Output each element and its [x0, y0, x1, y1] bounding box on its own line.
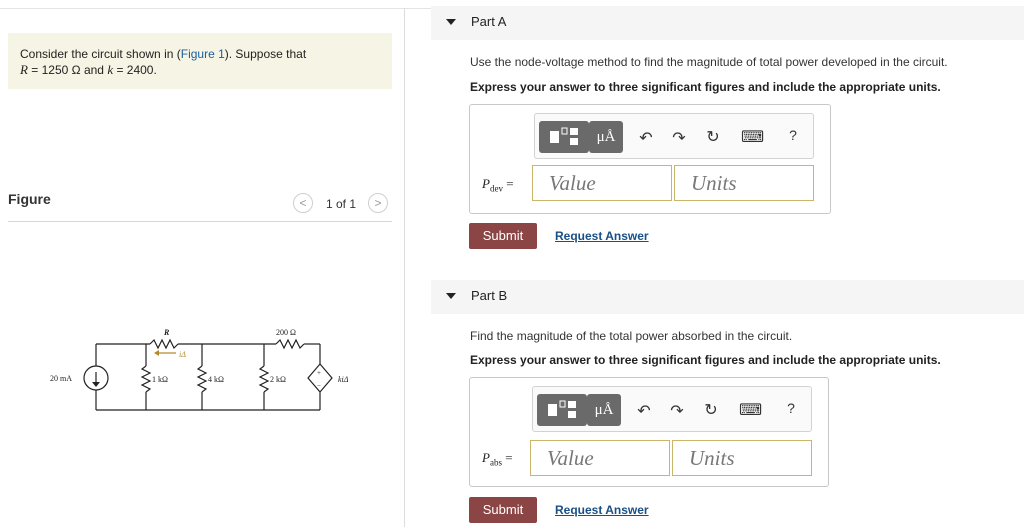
next-figure-button[interactable]: > [368, 193, 388, 213]
p-sub: dev [489, 183, 503, 194]
label-200: 200 Ω [276, 328, 296, 337]
p-dev-label: Pdev = [482, 176, 514, 194]
part-b-question: Find the magnitude of the total power ab… [470, 329, 793, 343]
p-abs-label: Pabs = [482, 450, 513, 468]
var-R: R [20, 62, 28, 77]
part-a-request-answer-link[interactable]: Request Answer [555, 229, 649, 243]
part-a-toolbar: μÅ ↶ ↷ ↻ ⌨ ? [534, 113, 814, 159]
ia-arrow-head [154, 350, 159, 356]
figure-title: Figure [8, 191, 51, 207]
units-input[interactable]: Units [672, 440, 812, 476]
figure-divider [8, 221, 392, 222]
units-input[interactable]: Units [674, 165, 814, 201]
label-ia: iΔ [179, 350, 186, 359]
p-var: P [482, 176, 490, 191]
problem-k-value: = 2400. [113, 63, 157, 77]
label-minus: − [317, 382, 321, 390]
p-eq: = [502, 176, 514, 191]
part-b-request-answer-link[interactable]: Request Answer [555, 503, 649, 517]
problem-r-value: = 1250 Ω and [27, 63, 108, 77]
undo-icon[interactable]: ↶ [634, 401, 654, 421]
part-b-label: Part B [471, 288, 508, 303]
resistor-200 [275, 338, 305, 350]
reset-icon[interactable]: ↻ [701, 400, 721, 420]
figure-link[interactable]: Figure 1 [181, 47, 225, 61]
circuit-diagram: R iΔ 200 Ω 20 mA 1 kΩ 4 kΩ 2 kΩ kiΔ + − [50, 328, 349, 411]
panel-divider [404, 8, 405, 527]
prev-figure-button[interactable]: < [293, 193, 313, 213]
part-a-submit-button[interactable]: Submit [469, 223, 537, 249]
resistor-R [149, 338, 179, 350]
units-icon[interactable]: μÅ [589, 121, 623, 153]
resistor-1k [140, 365, 152, 393]
problem-statement: Consider the circuit shown in (Figure 1)… [8, 33, 392, 89]
templates-icon[interactable] [537, 394, 587, 426]
redo-icon[interactable]: ↷ [669, 128, 689, 148]
problem-suffix: ). Suppose that [224, 47, 307, 61]
reset-icon[interactable]: ↻ [703, 127, 723, 147]
undo-icon[interactable]: ↶ [636, 128, 656, 148]
part-a-question: Use the node-voltage method to find the … [470, 55, 948, 69]
problem-text: Consider the circuit shown in (Figure 1)… [20, 47, 306, 78]
part-a-instruction: Express your answer to three significant… [470, 80, 941, 94]
label-R: R [163, 328, 170, 337]
problem-prefix: Consider the circuit shown in ( [20, 47, 181, 61]
part-a-answer-box: μÅ ↶ ↷ ↻ ⌨ ? Pdev = Value Units [469, 104, 831, 214]
label-kia: kiΔ [338, 375, 349, 384]
label-plus: + [317, 369, 321, 377]
p-sub: abs [489, 457, 502, 468]
units-icon[interactable]: μÅ [587, 394, 621, 426]
label-2k: 2 kΩ [270, 375, 286, 384]
resistor-2k [258, 365, 270, 393]
collapse-icon [446, 19, 456, 25]
keyboard-icon[interactable]: ⌨ [741, 127, 764, 147]
part-b-header[interactable]: Part B [431, 280, 1024, 314]
label-4k: 4 kΩ [208, 375, 224, 384]
collapse-icon [446, 293, 456, 299]
keyboard-icon[interactable]: ⌨ [739, 400, 762, 420]
part-b-answer-box: μÅ ↶ ↷ ↻ ⌨ ? Pabs = Value Units [469, 377, 829, 487]
value-input[interactable]: Value [532, 165, 672, 201]
label-20mA: 20 mA [50, 374, 72, 383]
help-icon[interactable]: ? [783, 127, 803, 143]
redo-icon[interactable]: ↷ [667, 401, 687, 421]
help-icon[interactable]: ? [781, 400, 801, 416]
p-eq: = [501, 450, 513, 465]
source-arrow-head [92, 382, 100, 387]
value-input[interactable]: Value [530, 440, 670, 476]
part-b-toolbar: μÅ ↶ ↷ ↻ ⌨ ? [532, 386, 812, 432]
p-var: P [482, 450, 490, 465]
part-b-submit-button[interactable]: Submit [469, 497, 537, 523]
part-a-label: Part A [471, 14, 507, 29]
part-b-instruction: Express your answer to three significant… [470, 353, 941, 367]
resistor-4k [196, 365, 208, 393]
label-1k: 1 kΩ [152, 375, 168, 384]
part-a-header[interactable]: Part A [431, 6, 1024, 40]
templates-icon[interactable] [539, 121, 589, 153]
figure-pager: 1 of 1 [326, 197, 357, 211]
